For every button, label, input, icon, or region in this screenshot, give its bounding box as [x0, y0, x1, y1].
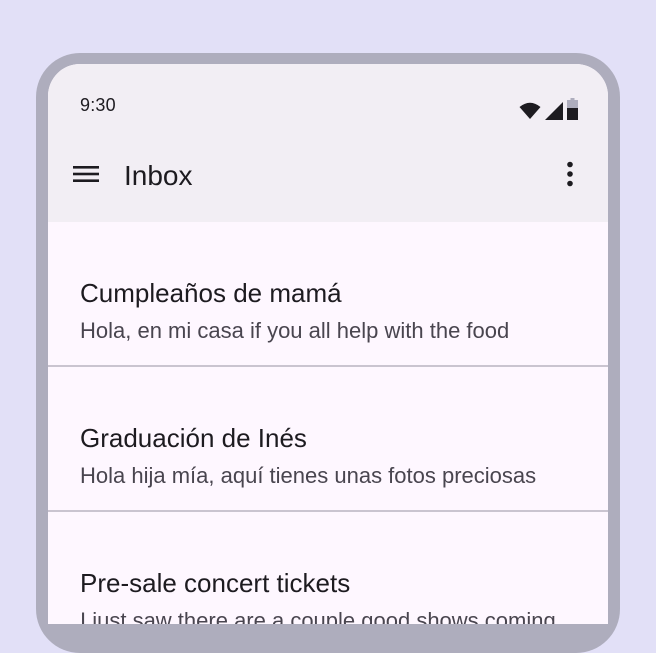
menu-icon [73, 164, 99, 189]
status-icons [519, 98, 578, 120]
top-app-bar: Inbox [48, 146, 608, 210]
menu-button[interactable] [64, 154, 108, 198]
list-item[interactable]: Graduación de Inés Hola hija mía, aquí t… [48, 367, 608, 512]
message-preview: Hola, en mi casa if you all help with th… [80, 318, 510, 343]
cellular-signal-icon [545, 102, 563, 120]
list-item[interactable]: Pre-sale concert tickets I just saw ther… [48, 512, 608, 624]
page-title: Inbox [124, 160, 193, 191]
status-time: 9:30 [80, 95, 116, 115]
top-app-bar-container: 9:30 Inbox [48, 64, 608, 222]
message-preview: I just saw there are a couple good shows… [80, 608, 556, 624]
message-subject: Pre-sale concert tickets [80, 568, 351, 598]
status-bar: 9:30 [48, 64, 608, 144]
message-subject: Cumpleaños de mamá [80, 278, 342, 308]
list-item[interactable]: Cumpleaños de mamá Hola, en mi casa if y… [48, 222, 608, 367]
phone-screen: 9:30 Inbox Cumpleaños de mamá Hola, en m… [48, 64, 608, 624]
more-options-button[interactable] [548, 154, 592, 198]
message-list: Cumpleaños de mamá Hola, en mi casa if y… [48, 222, 608, 624]
wifi-icon [519, 102, 541, 120]
message-preview: Hola hija mía, aquí tienes unas fotos pr… [80, 463, 537, 488]
more-vert-icon [566, 161, 574, 192]
message-subject: Graduación de Inés [80, 423, 307, 453]
battery-icon [567, 98, 578, 120]
